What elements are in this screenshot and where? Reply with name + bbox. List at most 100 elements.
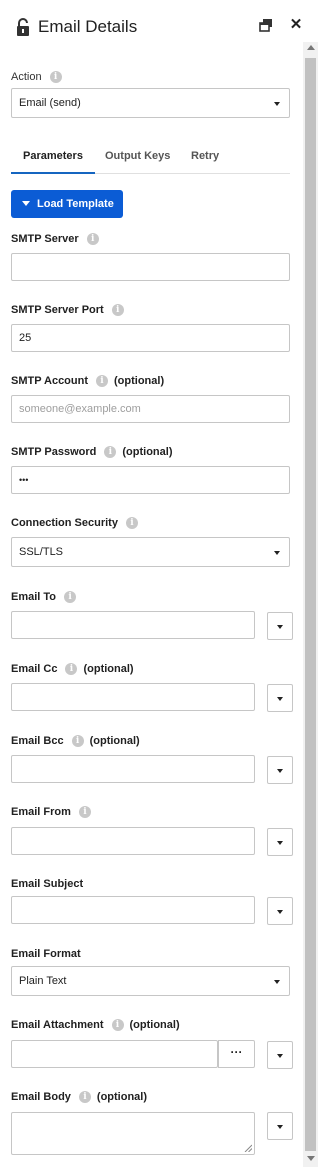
- connection-security-value: SSL/TLS: [19, 546, 64, 558]
- load-template-label: Load Template: [37, 198, 114, 210]
- email-from-label-text: Email From: [11, 806, 71, 818]
- tab-parameters[interactable]: Parameters: [23, 150, 83, 162]
- info-icon[interactable]: i: [78, 806, 91, 818]
- email-to-label: Email To i: [11, 591, 77, 603]
- scroll-up-icon[interactable]: [307, 45, 315, 50]
- scroll-thumb[interactable]: [305, 58, 316, 1151]
- email-body-label: Email Body i (optional): [11, 1091, 147, 1103]
- email-subject-label-text: Email Subject: [11, 878, 84, 890]
- smtp-account-label-text: SMTP Account: [11, 375, 89, 387]
- chevron-down-icon: [277, 1054, 283, 1058]
- email-subject-input[interactable]: [11, 896, 255, 924]
- email-bcc-label: Email Bcc i (optional): [11, 735, 140, 747]
- info-icon[interactable]: i: [65, 663, 78, 675]
- info-icon[interactable]: i: [49, 71, 62, 83]
- info-icon[interactable]: i: [64, 591, 77, 603]
- chevron-down-icon: [274, 980, 280, 984]
- info-icon[interactable]: i: [78, 1091, 91, 1103]
- chevron-down-icon: [277, 910, 283, 914]
- panel-header: Email Details ✕: [0, 0, 319, 56]
- email-format-label-text: Email Format: [11, 948, 81, 960]
- action-label: Action i: [11, 71, 62, 83]
- smtp-password-input[interactable]: •••: [11, 466, 290, 494]
- chevron-down-icon: [277, 841, 283, 845]
- info-icon[interactable]: i: [104, 446, 117, 458]
- email-body-label-text: Email Body: [11, 1091, 71, 1103]
- smtp-password-label: SMTP Password i (optional): [11, 446, 173, 458]
- connection-security-label: Connection Security i: [11, 517, 138, 529]
- smtp-password-label-text: SMTP Password: [11, 446, 97, 458]
- smtp-server-label-text: SMTP Server: [11, 233, 79, 245]
- resize-grip-icon[interactable]: [244, 1144, 252, 1152]
- email-format-select[interactable]: Plain Text: [11, 966, 290, 996]
- tab-output-keys[interactable]: Output Keys: [105, 150, 170, 162]
- scroll-down-icon[interactable]: [307, 1156, 315, 1161]
- action-label-text: Action: [11, 71, 42, 83]
- email-attachment-label: Email Attachment i (optional): [11, 1019, 180, 1031]
- email-attachment-dropdown-button[interactable]: [267, 1041, 293, 1069]
- smtp-port-label: SMTP Server Port i: [11, 304, 124, 316]
- chevron-down-icon: [277, 697, 283, 701]
- email-attachment-label-text: Email Attachment: [11, 1019, 104, 1031]
- popout-icon[interactable]: [259, 18, 273, 32]
- chevron-down-icon: [277, 625, 283, 629]
- email-subject-dropdown-button[interactable]: [267, 897, 293, 925]
- action-select-value: Email (send): [19, 97, 81, 109]
- chevron-down-icon: [274, 102, 280, 106]
- tab-retry[interactable]: Retry: [191, 150, 219, 162]
- optional-tag: (optional): [83, 663, 134, 675]
- email-to-dropdown-button[interactable]: [267, 612, 293, 640]
- email-format-label: Email Format: [11, 948, 81, 960]
- active-tab-indicator: [11, 172, 95, 174]
- load-template-button[interactable]: Load Template: [11, 190, 123, 218]
- chevron-down-icon: [277, 769, 283, 773]
- chevron-down-icon: [274, 551, 280, 555]
- connection-security-label-text: Connection Security: [11, 517, 118, 529]
- scrollbar[interactable]: [303, 42, 318, 1167]
- chevron-down-icon: [277, 1125, 283, 1129]
- optional-tag: (optional): [114, 375, 165, 387]
- email-bcc-dropdown-button[interactable]: [267, 756, 293, 784]
- unlock-icon[interactable]: [15, 18, 33, 37]
- info-icon[interactable]: i: [111, 1019, 124, 1031]
- email-from-input[interactable]: [11, 827, 255, 855]
- email-cc-label: Email Cc i (optional): [11, 663, 134, 675]
- smtp-port-value: 25: [19, 332, 32, 344]
- smtp-account-input[interactable]: someone@example.com: [11, 395, 290, 423]
- info-icon[interactable]: i: [125, 517, 138, 529]
- info-icon[interactable]: i: [71, 735, 84, 747]
- email-from-dropdown-button[interactable]: [267, 828, 293, 856]
- info-icon[interactable]: i: [96, 375, 109, 387]
- optional-tag: (optional): [89, 735, 140, 747]
- email-to-input[interactable]: [11, 611, 255, 639]
- smtp-account-placeholder: someone@example.com: [19, 403, 141, 415]
- email-bcc-label-text: Email Bcc: [11, 735, 64, 747]
- smtp-server-input[interactable]: [11, 253, 290, 281]
- email-bcc-input[interactable]: [11, 755, 255, 783]
- email-attachment-input[interactable]: [11, 1040, 218, 1068]
- smtp-port-input[interactable]: 25: [11, 324, 290, 352]
- smtp-port-label-text: SMTP Server Port: [11, 304, 104, 316]
- email-cc-input[interactable]: [11, 683, 255, 711]
- email-format-value: Plain Text: [19, 975, 67, 987]
- browse-button[interactable]: ···: [218, 1040, 255, 1068]
- caret-down-icon: [22, 201, 30, 206]
- email-body-dropdown-button[interactable]: [267, 1112, 293, 1140]
- tab-bar: Parameters Output Keys Retry: [11, 141, 290, 174]
- info-icon[interactable]: i: [111, 304, 124, 316]
- optional-tag: (optional): [122, 446, 173, 458]
- email-subject-label: Email Subject: [11, 878, 83, 890]
- email-from-label: Email From i: [11, 806, 91, 818]
- info-icon[interactable]: i: [86, 233, 99, 245]
- email-body-textarea[interactable]: [11, 1112, 255, 1155]
- email-to-label-text: Email To: [11, 591, 57, 603]
- smtp-password-value: •••: [19, 475, 29, 485]
- action-select[interactable]: Email (send): [11, 88, 290, 118]
- page-title: Email Details: [38, 17, 138, 36]
- smtp-server-label: SMTP Server i: [11, 233, 99, 245]
- close-icon[interactable]: ✕: [289, 17, 303, 33]
- connection-security-select[interactable]: SSL/TLS: [11, 537, 290, 567]
- optional-tag: (optional): [129, 1019, 180, 1031]
- optional-tag: (optional): [96, 1091, 148, 1103]
- email-cc-dropdown-button[interactable]: [267, 684, 293, 712]
